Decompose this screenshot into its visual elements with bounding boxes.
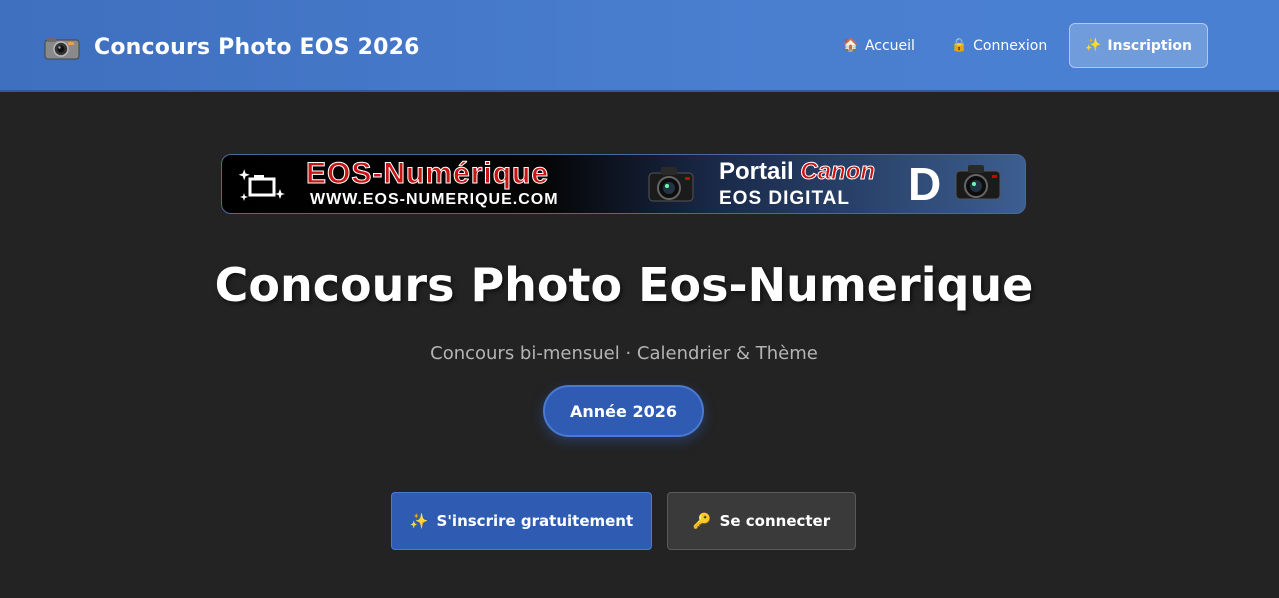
camera-icon	[44, 34, 80, 60]
banner-portal-word: Portail	[719, 158, 794, 185]
login-button[interactable]: 🔑 Se connecter	[667, 492, 856, 550]
banner-site-name: EOS-Numérique	[305, 157, 550, 191]
nav-connexion[interactable]: 🔒 Connexion	[937, 23, 1061, 68]
dslr-camera-icon	[648, 167, 694, 202]
brand[interactable]: Concours Photo EOS 2026	[44, 31, 420, 63]
nav-accueil[interactable]: 🏠 Accueil	[829, 23, 929, 68]
login-button-label: Se connecter	[719, 512, 831, 530]
top-navbar: Concours Photo EOS 2026 🏠 Accueil 🔒 Conn…	[0, 0, 1279, 92]
main-nav: 🏠 Accueil 🔒 Connexion ✨ Inscription	[829, 23, 1208, 68]
nav-accueil-label: Accueil	[864, 37, 915, 54]
lock-icon: 🔒	[950, 38, 968, 53]
banner-eos-digital: EOS DIGITAL	[719, 188, 850, 209]
sparkles-icon: ✨	[1085, 38, 1102, 53]
key-icon: 🔑	[692, 512, 712, 530]
nav-connexion-label: Connexion	[973, 37, 1048, 54]
nav-inscription-label: Inscription	[1107, 37, 1192, 54]
signup-button[interactable]: ✨ S'inscrire gratuitement	[391, 492, 652, 550]
banner-site-url: WWW.EOS-NUMERIQUE.COM	[310, 191, 559, 208]
eos-numerique-banner[interactable]: EOS-Numérique WWW.EOS-NUMERIQUE.COM Port…	[221, 154, 1026, 214]
dslr-camera-icon	[955, 165, 1001, 200]
site-title: Concours Photo EOS 2026	[94, 34, 420, 60]
hero-title: Concours Photo Eos-Numerique	[214, 258, 1034, 312]
home-icon: 🏠	[842, 38, 859, 53]
hero-subtitle: Concours bi-mensuel · Calendrier & Thème	[430, 343, 818, 364]
year-badge: Année 2026	[543, 385, 704, 437]
banner-logo-icon	[238, 169, 285, 201]
nav-inscription[interactable]: ✨ Inscription	[1069, 23, 1208, 68]
sparkles-icon: ✨	[409, 512, 429, 530]
banner-d-letter: D	[908, 158, 942, 210]
banner-canon-word: Canon	[800, 158, 876, 186]
banner-portal-title: Portail Canon	[719, 158, 876, 186]
signup-button-label: S'inscrire gratuitement	[436, 512, 634, 530]
